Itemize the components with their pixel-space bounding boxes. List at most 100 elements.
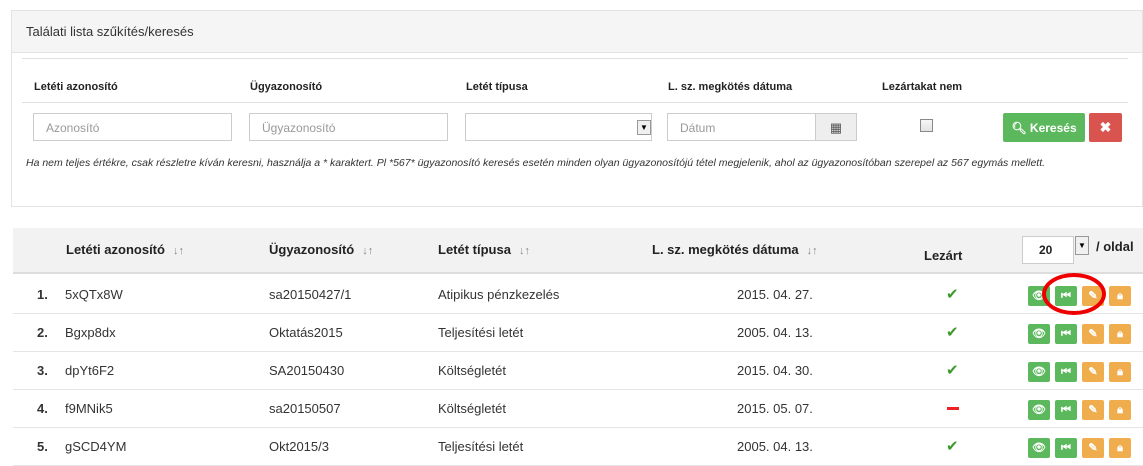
- header-deposit-id[interactable]: Letéti azonosító ↓↑: [66, 242, 184, 257]
- deposit-type-cell: Költségletét: [438, 363, 506, 378]
- skip-back-icon: ⏮︎: [1061, 328, 1071, 340]
- header-label: Letét típusa: [438, 242, 511, 257]
- sort-icon[interactable]: ↓↑: [173, 245, 184, 257]
- contract-date-cell: 2005. 04. 13.: [737, 325, 813, 340]
- table-row: 5. gSCD4YM Okt2015/3 Teljesítési letét 2…: [13, 428, 1143, 466]
- deposit-type-select[interactable]: [465, 113, 652, 141]
- pencil-icon: ✎: [1088, 404, 1098, 416]
- chevron-down-icon[interactable]: ▼: [637, 120, 651, 135]
- view-button[interactable]: 👁︎: [1028, 438, 1050, 458]
- lock-icon: 🔒︎: [1117, 328, 1123, 340]
- lock-icon: 🔒︎: [1117, 290, 1123, 302]
- calendar-icon: ▦: [829, 120, 843, 135]
- deposit-type-cell: Teljesítési letét: [438, 325, 524, 340]
- table-row: 3. dpYt6F2 SA20150430 Költségletét 2015.…: [13, 352, 1143, 390]
- deposit-type-cell: Teljesítési letét: [438, 439, 524, 454]
- lock-icon: 🔒︎: [1117, 366, 1123, 378]
- pencil-icon: ✎: [1088, 328, 1098, 340]
- history-button[interactable]: ⏮︎: [1055, 400, 1077, 420]
- check-icon: ✔: [946, 438, 959, 455]
- deposit-id-cell: gSCD4YM: [65, 439, 127, 454]
- pencil-icon: ✎: [1088, 366, 1098, 378]
- edit-button[interactable]: ✎: [1082, 324, 1104, 344]
- search-icon: 🔍︎: [1011, 121, 1027, 135]
- deposit-id-input[interactable]: Azonosító: [33, 113, 232, 141]
- skip-back-icon: ⏮︎: [1061, 404, 1071, 416]
- skip-back-icon: ⏮︎: [1061, 442, 1071, 454]
- clear-button[interactable]: ✖: [1089, 113, 1122, 142]
- deposit-type-cell: Atipikus pénzkezelés: [438, 287, 560, 302]
- view-button[interactable]: 👁︎: [1028, 400, 1050, 420]
- lock-icon: 🔒︎: [1117, 442, 1123, 454]
- header-deposit-type[interactable]: Letét típusa ↓↑: [438, 242, 530, 257]
- contract-date-cell: 2015. 05. 07.: [737, 401, 813, 416]
- case-id-cell: Okt2015/3: [269, 439, 329, 454]
- edit-button[interactable]: ✎: [1082, 438, 1104, 458]
- case-id-cell: Oktatás2015: [269, 325, 343, 340]
- case-id-cell: sa20150427/1: [269, 287, 352, 302]
- label-contract-date: L. sz. megkötés dátuma: [668, 81, 793, 93]
- row-number: 4.: [37, 401, 48, 416]
- filter-panel: Találati lista szűkítés/keresés: [11, 10, 1143, 207]
- header-label: L. sz. megkötés dátuma: [652, 242, 799, 257]
- row-number: 3.: [37, 363, 48, 378]
- chevron-down-icon[interactable]: ▼: [1075, 236, 1089, 255]
- header-closed: Lezárt: [924, 248, 963, 263]
- lock-button[interactable]: 🔒︎: [1109, 324, 1131, 344]
- view-button[interactable]: 👁︎: [1028, 324, 1050, 344]
- sort-icon[interactable]: ↓↑: [807, 245, 818, 257]
- search-button-label: Keresés: [1029, 121, 1077, 135]
- pencil-icon: ✎: [1088, 442, 1098, 454]
- lock-button[interactable]: 🔒︎: [1109, 438, 1131, 458]
- row-number: 1.: [37, 287, 48, 302]
- header-contract-date[interactable]: L. sz. megkötés dátuma ↓↑: [652, 242, 818, 257]
- header-label: Letéti azonosító: [66, 242, 165, 257]
- edit-button[interactable]: ✎: [1082, 362, 1104, 382]
- view-button[interactable]: 👁︎: [1028, 362, 1050, 382]
- case-id-cell: sa20150507: [269, 401, 341, 416]
- lock-button[interactable]: 🔒︎: [1109, 362, 1131, 382]
- lock-button[interactable]: 🔒︎: [1109, 286, 1131, 306]
- sort-icon[interactable]: ↓↑: [362, 245, 373, 257]
- search-button[interactable]: 🔍︎ Keresés: [1003, 113, 1085, 142]
- history-button[interactable]: ⏮︎: [1055, 438, 1077, 458]
- lock-icon: 🔒︎: [1117, 404, 1123, 416]
- table-row: 2. Bgxp8dx Oktatás2015 Teljesítési letét…: [13, 314, 1143, 352]
- deposit-id-cell: 5xQTx8W: [65, 287, 123, 302]
- label-case-id: Ügyazonosító: [250, 81, 323, 93]
- close-icon: ✖: [1099, 119, 1112, 135]
- contract-date-cell: 2015. 04. 30.: [737, 363, 813, 378]
- row-number: 2.: [37, 325, 48, 340]
- eye-icon: 👁︎: [1032, 328, 1046, 340]
- filter-panel-title: Találati lista szűkítés/keresés: [12, 11, 1142, 53]
- contract-date-cell: 2005. 04. 13.: [737, 439, 813, 454]
- sort-icon[interactable]: ↓↑: [519, 245, 530, 257]
- history-button[interactable]: ⏮︎: [1055, 324, 1077, 344]
- edit-button[interactable]: ✎: [1082, 400, 1104, 420]
- table-row: 1. 5xQTx8W sa20150427/1 Atipikus pénzkez…: [13, 276, 1143, 314]
- history-button[interactable]: ⏮︎: [1055, 362, 1077, 382]
- eye-icon: 👁︎: [1032, 404, 1046, 416]
- eye-icon: 👁︎: [1032, 442, 1046, 454]
- label-deposit-id: Letéti azonosító: [34, 81, 118, 93]
- calendar-button[interactable]: ▦: [815, 113, 857, 141]
- eye-icon: 👁︎: [1032, 366, 1046, 378]
- contract-date-cell: 2015. 04. 27.: [737, 287, 813, 302]
- deposit-type-cell: Költségletét: [438, 401, 506, 416]
- check-icon: ✔: [946, 286, 959, 303]
- deposit-id-cell: dpYt6F2: [65, 363, 115, 378]
- row-number: 5.: [37, 439, 48, 454]
- per-page-label: / oldal: [1096, 239, 1134, 254]
- skip-back-icon: ⏮︎: [1061, 366, 1071, 378]
- table-row: 4. f9MNik5 sa20150507 Költségletét 2015.…: [13, 390, 1143, 428]
- highlight-circle: [1042, 273, 1106, 315]
- header-case-id[interactable]: Ügyazonosító ↓↑: [269, 242, 373, 257]
- contract-date-input[interactable]: Dátum: [667, 113, 816, 141]
- check-icon: ✔: [946, 324, 959, 341]
- lock-button[interactable]: 🔒︎: [1109, 400, 1131, 420]
- check-icon: ✔: [946, 362, 959, 379]
- per-page-select[interactable]: 20: [1022, 236, 1074, 264]
- closed-not-checkbox[interactable]: [920, 119, 933, 132]
- label-deposit-type: Letét típusa: [466, 81, 528, 93]
- case-id-input[interactable]: Ügyazonosító: [249, 113, 448, 141]
